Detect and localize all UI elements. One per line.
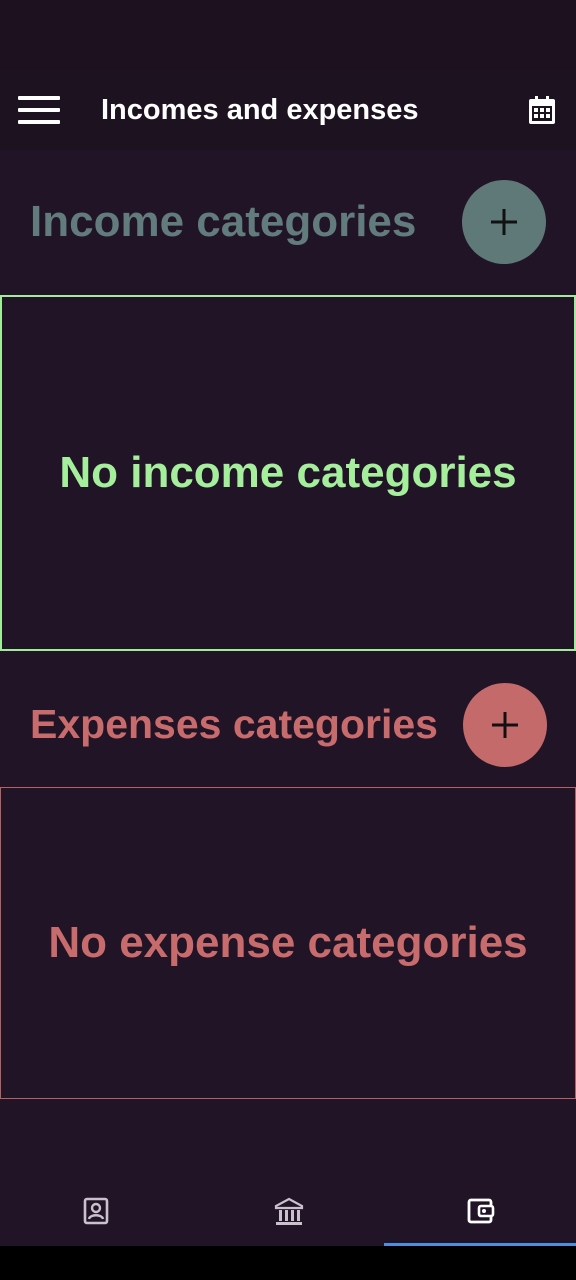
plus-icon <box>492 712 518 738</box>
expense-categories-title: Expenses categories <box>30 701 438 747</box>
contact-card-icon <box>83 1197 109 1225</box>
app-bar: Incomes and expenses <box>0 70 576 150</box>
income-categories-list: No income categories <box>0 295 576 651</box>
income-categories-title: Income categories <box>30 197 417 246</box>
expense-empty-message: No expense categories <box>48 918 528 967</box>
add-expense-category-button[interactable] <box>463 683 547 767</box>
nav-item-bank[interactable] <box>192 1170 384 1246</box>
nav-item-contacts[interactable] <box>0 1170 192 1246</box>
calendar-icon[interactable] <box>526 94 558 126</box>
bank-icon <box>274 1197 304 1225</box>
bottom-navigation <box>0 1170 576 1246</box>
expense-categories-list: No expense categories <box>0 787 576 1099</box>
status-bar <box>0 0 576 70</box>
nav-item-wallet[interactable] <box>384 1170 576 1246</box>
income-empty-message: No income categories <box>59 448 517 497</box>
page-title: Incomes and expenses <box>101 94 419 126</box>
add-income-category-button[interactable] <box>462 180 546 264</box>
system-navigation-bar <box>0 1246 576 1280</box>
hamburger-menu-icon[interactable] <box>18 96 60 124</box>
wallet-icon <box>467 1198 495 1224</box>
plus-icon <box>491 209 517 235</box>
